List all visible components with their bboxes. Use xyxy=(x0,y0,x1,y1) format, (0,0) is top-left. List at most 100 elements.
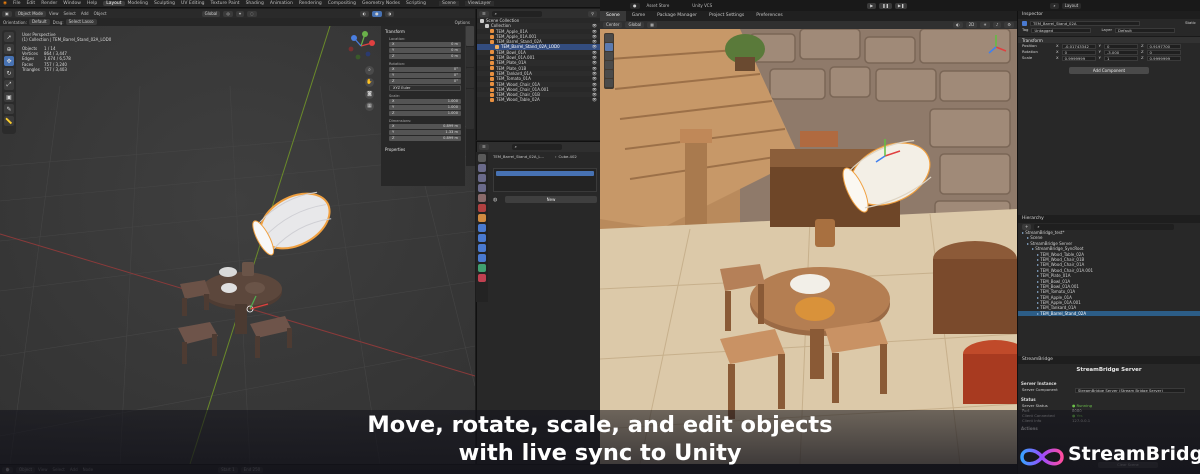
scale-z-field[interactable]: 0.9999999 xyxy=(1146,55,1181,61)
material-tab-icon[interactable] xyxy=(478,274,486,282)
scale-x-field[interactable]: 0.9999999 xyxy=(1061,55,1096,61)
workspace-tab-sculpting[interactable]: Sculpting xyxy=(151,1,178,6)
menu-window[interactable]: Window xyxy=(63,1,81,6)
search-icon[interactable]: ⌕ xyxy=(1050,2,1059,9)
menu-file[interactable]: File xyxy=(13,1,21,6)
physics-tab-icon[interactable] xyxy=(478,244,486,252)
particles-tab-icon[interactable] xyxy=(478,234,486,242)
object-tab-icon[interactable] xyxy=(478,214,486,222)
world-tab-icon[interactable] xyxy=(478,204,486,212)
workspace-tab-compositing[interactable]: Compositing xyxy=(325,1,359,6)
properties-search-field[interactable]: ⌕ xyxy=(511,144,562,150)
move-tool-icon[interactable] xyxy=(605,43,613,51)
dimensions-x-field[interactable]: X 0.899 m xyxy=(389,124,461,129)
view-tool-icon[interactable] xyxy=(605,34,613,42)
material-browse-icon[interactable]: ◍ xyxy=(493,197,501,203)
cursor-tool-icon[interactable]: ⊕ xyxy=(4,44,14,54)
proportional-icon[interactable]: ◌ xyxy=(247,10,257,17)
mode-select[interactable]: Object Mode xyxy=(14,10,46,17)
camera-icon[interactable]: ◙ xyxy=(365,90,374,99)
tab-package-manager[interactable]: Package Manager xyxy=(651,11,703,21)
rotation-y-field[interactable]: Y 0° xyxy=(389,73,461,78)
viewport-menu-object[interactable]: Object xyxy=(94,11,107,16)
snap-icon[interactable]: ⌖ xyxy=(235,10,245,17)
tab-preferences[interactable]: Preferences xyxy=(750,11,788,21)
transform-section-header[interactable]: Transform xyxy=(385,29,465,34)
outliner-item[interactable]: TEM_Wood_Table_02A 👁 xyxy=(477,97,600,102)
dimensions-y-field[interactable]: Y 1.33 m xyxy=(389,130,461,135)
transform-tool-icon[interactable] xyxy=(605,79,613,87)
viewport-menu-view[interactable]: View xyxy=(49,11,59,16)
scale-z-field[interactable]: Z 1.000 xyxy=(389,111,461,116)
scene-tab-icon[interactable] xyxy=(478,194,486,202)
pivot-icon[interactable]: ◎ xyxy=(223,10,233,17)
menu-render[interactable]: Render xyxy=(41,1,57,6)
tab-scene[interactable]: Scene xyxy=(600,11,626,21)
properties-section-header[interactable]: Properties xyxy=(385,147,465,152)
asset-store-button[interactable]: Asset Store xyxy=(647,3,670,8)
step-button[interactable]: ▶❚ xyxy=(894,2,908,9)
scene-field[interactable]: Scene xyxy=(439,1,459,6)
rotation-z-field[interactable]: 0 xyxy=(1146,49,1181,55)
rotate-tool-icon[interactable] xyxy=(605,52,613,60)
viewlayer-field[interactable]: ViewLayer xyxy=(464,1,494,6)
material-slot-selected[interactable] xyxy=(496,171,594,176)
tag-dropdown[interactable]: Untagged xyxy=(1031,27,1092,33)
unity-account-icon[interactable]: ● xyxy=(630,2,640,9)
overlay-icon[interactable]: ◐ xyxy=(359,10,370,17)
hierarchy-row-selected[interactable]: ▸ TEM_Barrel_Stand_02A xyxy=(1018,310,1200,317)
select-tool-icon[interactable]: ➚ xyxy=(4,32,14,42)
filter-icon[interactable]: ⚲ xyxy=(588,10,597,17)
tab-game[interactable]: Game xyxy=(626,11,651,21)
annotate-tool-icon[interactable]: ✎ xyxy=(4,104,14,114)
layout-dropdown[interactable]: Layout xyxy=(1061,2,1082,9)
pause-button[interactable]: ❚❚ xyxy=(879,2,892,9)
grid-snap-icon[interactable]: ▦ xyxy=(647,22,658,28)
streambridge-tab[interactable]: StreamBridge xyxy=(1018,356,1200,364)
rotate-tool-icon[interactable]: ↻ xyxy=(4,68,14,78)
material-slot-list[interactable] xyxy=(493,168,597,192)
transform-component-header[interactable]: Transform xyxy=(1018,36,1200,43)
audio-icon[interactable]: ♪ xyxy=(992,22,1002,28)
modifier-tab-icon[interactable] xyxy=(478,224,486,232)
workspace-tab-layout[interactable]: Layout xyxy=(103,1,125,6)
static-label[interactable]: Static xyxy=(1185,20,1196,26)
outliner-editor-icon[interactable]: ☰ xyxy=(479,10,489,17)
eye-icon[interactable]: 👁 xyxy=(592,97,597,102)
scale-x-field[interactable]: X 1.000 xyxy=(389,99,461,104)
options-dropdown[interactable]: Options xyxy=(455,20,470,25)
hierarchy-title[interactable]: Hierarchy xyxy=(1018,215,1200,223)
scale-y-field[interactable]: 1 xyxy=(1103,55,1138,61)
rect-tool-icon[interactable] xyxy=(605,70,613,78)
viewport-menu-add[interactable]: Add xyxy=(81,11,89,16)
output-tab-icon[interactable] xyxy=(478,174,486,182)
view-layer-tab-icon[interactable] xyxy=(478,184,486,192)
unity-vcs-button[interactable]: Unity VCS xyxy=(692,3,712,8)
server-component-field[interactable]: StreamBridge Server (Stream Bridge Serve… xyxy=(1075,387,1185,393)
shading-mode-icon[interactable]: ◐ xyxy=(953,22,963,28)
pivot-space-dropdown[interactable]: Global xyxy=(625,22,645,28)
object-name-field[interactable]: TEM_Barrel_Stand_02A xyxy=(1030,20,1140,26)
zoom-icon[interactable]: ⌕ xyxy=(365,66,374,75)
location-x-field[interactable]: X0 m xyxy=(389,42,461,47)
rotation-x-field[interactable]: X 0° xyxy=(389,67,461,72)
scale-tool-icon[interactable] xyxy=(605,61,613,69)
layer-dropdown[interactable]: Default xyxy=(1115,27,1176,33)
position-x-field[interactable]: -0.01743342 xyxy=(1061,43,1096,49)
workspace-tab-modeling[interactable]: Modeling xyxy=(125,1,151,6)
orientation-select[interactable]: Default xyxy=(28,19,50,25)
drag-select[interactable]: Select Lasso xyxy=(65,19,97,25)
scale-tool-icon[interactable]: ⤢ xyxy=(4,80,14,90)
tab-project-settings[interactable]: Project Settings xyxy=(703,11,750,21)
lighting-icon[interactable]: ☀ xyxy=(980,22,990,28)
sidebar-tab-streambridge[interactable] xyxy=(466,89,474,129)
render-tab-icon[interactable] xyxy=(478,164,486,172)
gizmos-icon[interactable]: ⚙ xyxy=(1004,22,1014,28)
constraints-tab-icon[interactable] xyxy=(478,254,486,262)
workspace-tab-animation[interactable]: Animation xyxy=(267,1,296,6)
transform-tool-icon[interactable]: ▣ xyxy=(4,92,14,102)
unity-scene-view[interactable] xyxy=(600,29,1017,464)
location-z-field[interactable]: Z0 m xyxy=(389,54,461,59)
rotation-y-field[interactable]: -3.000 xyxy=(1103,49,1138,55)
dimensions-z-field[interactable]: Z 0.899 m xyxy=(389,136,461,141)
